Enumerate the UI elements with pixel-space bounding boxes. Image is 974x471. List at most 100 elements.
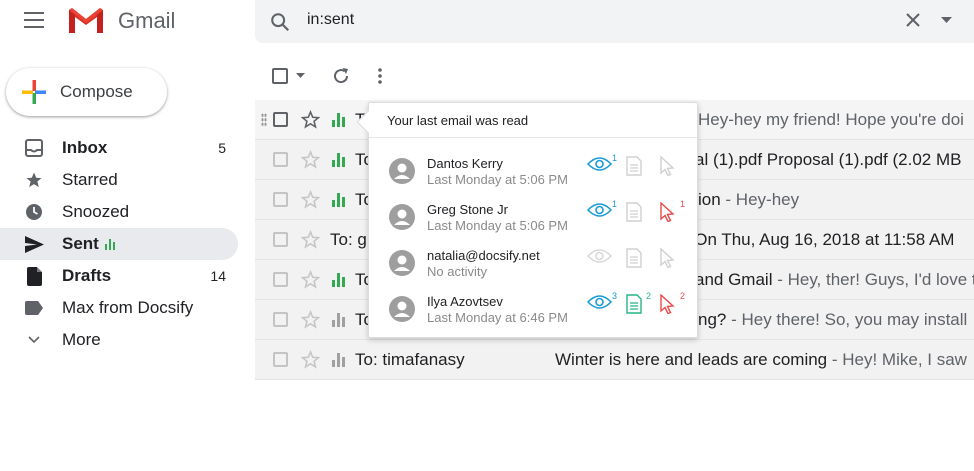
tracking-bars-icon[interactable] <box>332 113 345 127</box>
eye-icon <box>586 157 613 171</box>
sidebar-item-label: Drafts <box>62 266 112 285</box>
search-icon[interactable] <box>269 11 291 33</box>
sidebar-item-drafts[interactable]: Drafts 14 <box>0 260 238 292</box>
email-row[interactable]: To: timafanasy Winter is here and leads … <box>255 340 974 380</box>
row-checkbox[interactable] <box>273 232 288 247</box>
app-name: Gmail <box>118 8 176 33</box>
refresh-icon[interactable] <box>332 67 350 85</box>
row-checkbox[interactable] <box>273 312 288 327</box>
attachments-count: 2 <box>646 291 652 301</box>
close-icon[interactable] <box>905 12 921 28</box>
sidebar-item-label: More <box>62 330 101 349</box>
sidebar-item-label: Snoozed <box>62 202 130 221</box>
recipient-row: natalia@docsify.net No activity <box>369 240 699 286</box>
attachments-stat[interactable] <box>626 248 642 273</box>
email-subject: ng? - Hey there! So, you may install <box>698 310 967 330</box>
avatar-icon <box>389 204 415 230</box>
sidebar-item-starred[interactable]: Starred <box>0 164 238 196</box>
sidebar-item-snoozed[interactable]: Snoozed <box>0 196 238 228</box>
email-subject-text: and Gmail <box>695 270 773 289</box>
star-icon[interactable] <box>301 310 320 329</box>
plus-icon <box>22 80 46 104</box>
attachments-stat[interactable] <box>626 156 642 181</box>
sidebar-item-label: Starred <box>62 170 118 189</box>
tracking-popup: Your last email was read Dantos Kerry La… <box>356 102 699 338</box>
clicks-count: 1 <box>680 199 686 209</box>
star-icon[interactable] <box>301 150 320 169</box>
recipient-name: natalia@docsify.net <box>427 248 540 263</box>
draft-count: 14 <box>210 268 226 284</box>
label-icon <box>24 301 44 315</box>
sidebar-item-max-from-docsify[interactable]: Max from Docsify <box>0 292 238 324</box>
star-icon[interactable] <box>301 350 320 369</box>
clicks-stat[interactable] <box>659 247 675 273</box>
email-subject-text: ng? <box>698 310 727 329</box>
row-checkbox[interactable] <box>273 352 288 367</box>
recipient-row: Greg Stone Jr Last Monday at 5:06 PM 1 1 <box>369 194 699 240</box>
email-snippet: - Hey! Mike, I saw <box>827 350 967 369</box>
email-subject: Winter is here and leads are coming - He… <box>555 350 967 370</box>
recipient-name: Greg Stone Jr <box>427 202 508 217</box>
eye-icon <box>586 203 613 217</box>
email-subject: ion - Hey-hey <box>698 190 799 210</box>
opens-stat[interactable]: 1 <box>586 199 617 223</box>
attachments-stat[interactable]: 2 <box>626 291 651 319</box>
search-bar[interactable]: in:sent <box>255 0 974 43</box>
email-sender: To: g <box>330 230 367 249</box>
star-icon[interactable] <box>301 190 320 209</box>
drag-handle-icon[interactable] <box>261 113 267 127</box>
document-icon <box>626 248 642 268</box>
recipient-row: Dantos Kerry Last Monday at 5:06 PM 1 <box>369 148 699 194</box>
opens-stat[interactable]: 1 <box>586 153 617 177</box>
clicks-stat[interactable]: 2 <box>659 291 685 319</box>
tracking-bars-icon[interactable] <box>332 273 345 287</box>
compose-button[interactable]: Compose <box>6 68 167 116</box>
popup-title: Your last email was read <box>369 103 697 138</box>
sidebar-nav: Inbox 5 Starred Snoozed Sent Drafts 14 M… <box>0 132 238 356</box>
row-checkbox[interactable] <box>273 192 288 207</box>
tracking-bars-icon[interactable] <box>332 153 345 167</box>
more-vert-icon[interactable] <box>377 67 383 85</box>
search-input[interactable]: in:sent <box>307 11 354 29</box>
email-subject-text: ion <box>698 190 721 209</box>
sidebar-item-sent[interactable]: Sent <box>0 228 238 260</box>
star-icon[interactable] <box>301 110 320 129</box>
sidebar-item-label: Sent <box>62 234 99 253</box>
email-snippet: Hey-hey my friend! Hope you're doi <box>698 110 964 129</box>
row-checkbox[interactable] <box>273 112 288 127</box>
cursor-icon <box>660 247 675 269</box>
email-snippet: - Hey, ther! Guys, I'd love t <box>772 270 974 289</box>
list-toolbar <box>255 60 455 92</box>
select-dropdown-icon[interactable] <box>296 73 305 78</box>
row-checkbox[interactable] <box>273 272 288 287</box>
search-options-dropdown-icon[interactable] <box>941 17 952 23</box>
cursor-icon <box>660 201 675 223</box>
tracking-bars-icon[interactable] <box>332 353 345 367</box>
opens-stat[interactable]: 3 <box>586 291 617 315</box>
opens-stat[interactable] <box>586 248 613 269</box>
main-menu-icon[interactable] <box>24 12 44 28</box>
draft-icon <box>24 266 44 286</box>
attachments-stat[interactable] <box>626 202 642 227</box>
row-checkbox[interactable] <box>273 152 288 167</box>
cursor-icon <box>660 293 675 315</box>
gmail-logo[interactable]: Gmail <box>67 7 175 35</box>
gmail-m-icon <box>69 8 103 33</box>
sidebar-item-more[interactable]: More <box>0 324 238 356</box>
clicks-stat[interactable] <box>659 155 675 181</box>
tracking-bars-icon[interactable] <box>332 313 345 327</box>
eye-icon <box>586 249 613 263</box>
star-icon[interactable] <box>301 230 320 249</box>
star-icon[interactable] <box>301 270 320 289</box>
compose-label: Compose <box>60 82 133 101</box>
select-all-checkbox[interactable] <box>272 68 288 84</box>
avatar-icon <box>389 158 415 184</box>
tracking-bars-icon[interactable] <box>332 193 345 207</box>
sidebar-item-inbox[interactable]: Inbox 5 <box>0 132 238 164</box>
cursor-icon <box>660 155 675 177</box>
clicks-stat[interactable]: 1 <box>659 199 685 227</box>
opens-count: 3 <box>612 291 618 301</box>
email-subject-text: Winter is here and leads are coming <box>555 350 828 369</box>
recipient-time: Last Monday at 6:46 PM <box>427 310 568 325</box>
avatar-icon <box>389 296 415 322</box>
